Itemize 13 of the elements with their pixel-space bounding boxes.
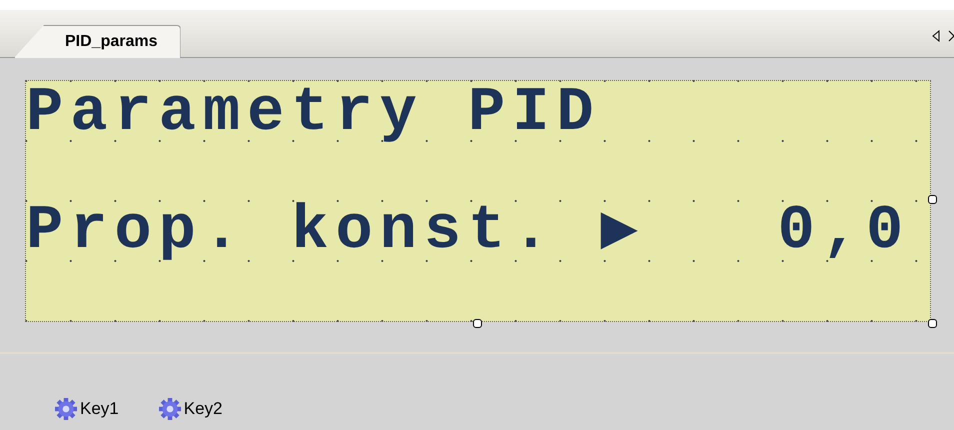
- gear-icon: [55, 398, 77, 420]
- lcd-text: Parametry PID: [26, 83, 602, 143]
- key-label[interactable]: Key2: [184, 399, 222, 419]
- lcd-text: Prop. konst. ▶ 0,0: [26, 201, 912, 261]
- tab[interactable]: PID_params: [14, 25, 180, 58]
- resize-handle[interactable]: [928, 319, 937, 328]
- resize-handle[interactable]: [473, 319, 482, 328]
- key-label[interactable]: Key1: [80, 399, 119, 419]
- gear-icon: [158, 398, 181, 420]
- resize-handle[interactable]: [928, 195, 937, 204]
- scroll-right-icon[interactable]: [948, 30, 954, 42]
- scroll-left-icon[interactable]: [932, 30, 940, 42]
- lcd-display[interactable]: Parametry PID Prop. konst. ▶ 0,0: [25, 80, 931, 322]
